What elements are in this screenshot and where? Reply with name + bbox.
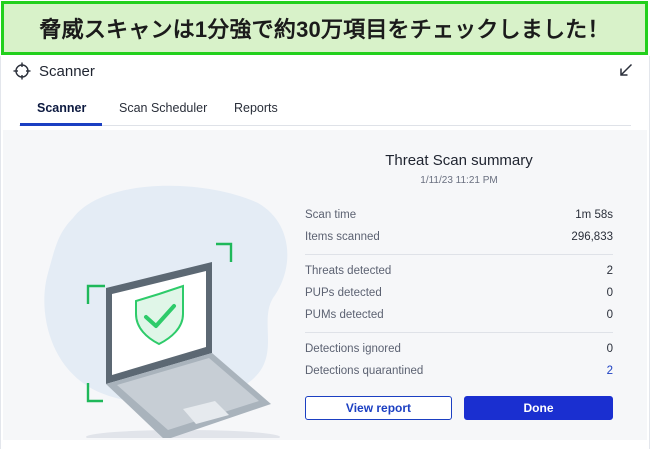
laptop-shield-check-icon [44, 185, 288, 438]
stat-label: Scan time [305, 209, 357, 221]
arrow-down-left-icon[interactable] [619, 63, 633, 77]
summary-stats: Scan time 1m 58s Items scanned 296,833 T… [305, 206, 613, 384]
stat-pums-detected: PUMs detected 0 [305, 306, 613, 328]
stat-value: 0 [606, 309, 613, 321]
scan-summary-panel: Threat Scan summary 1/11/23 11:21 PM Sca… [3, 130, 647, 440]
stat-label: Items scanned [305, 231, 380, 243]
caption-text: 脅威スキャンは1分強で約30万項目をチェックしました！ [39, 17, 610, 42]
stat-label: Threats detected [305, 265, 392, 277]
divider [305, 254, 613, 255]
stat-value: 296,833 [571, 231, 613, 243]
stat-value: 2 [606, 265, 613, 277]
scan-timestamp: 1/11/23 11:21 PM [420, 175, 498, 186]
stat-label: Detections ignored [305, 343, 401, 355]
stat-items-scanned: Items scanned 296,833 [305, 228, 613, 250]
stat-scan-time: Scan time 1m 58s [305, 206, 613, 228]
summary-title: Threat Scan summary [385, 152, 533, 169]
active-tab-indicator [20, 123, 102, 126]
tab-divider [19, 125, 631, 126]
done-button[interactable]: Done [464, 396, 613, 420]
stat-label: PUMs detected [305, 309, 384, 321]
tab-bar: Scanner Scan Scheduler Reports [1, 96, 649, 126]
stat-threats-detected: Threats detected 2 [305, 262, 613, 284]
window-title: Scanner [39, 63, 95, 80]
stat-pups-detected: PUPs detected 0 [305, 284, 613, 306]
title-bar: Scanner [1, 56, 649, 88]
caption-banner: 脅威スキャンは1分強で約30万項目をチェックしました！ [1, 1, 648, 55]
tab-reports[interactable]: Reports [234, 101, 278, 115]
stat-value: 0 [606, 287, 613, 299]
stat-label: PUPs detected [305, 287, 382, 299]
divider [305, 332, 613, 333]
stat-detections-ignored: Detections ignored 0 [305, 340, 613, 362]
tab-scan-scheduler[interactable]: Scan Scheduler [119, 101, 207, 115]
quarantined-count-link[interactable]: 2 [607, 365, 613, 377]
stat-detections-quarantined[interactable]: Detections quarantined 2 [305, 362, 613, 384]
crosshair-icon [13, 62, 31, 80]
summary-header: Threat Scan summary 1/11/23 11:21 PM [305, 150, 613, 186]
scanner-window: Scanner Scanner Scan Scheduler Reports T… [0, 56, 650, 449]
stat-label: Detections quarantined [305, 365, 424, 377]
stat-value: 0 [606, 343, 613, 355]
tab-scanner[interactable]: Scanner [37, 101, 86, 115]
view-report-button[interactable]: View report [305, 396, 452, 420]
stat-value: 1m 58s [575, 209, 613, 221]
